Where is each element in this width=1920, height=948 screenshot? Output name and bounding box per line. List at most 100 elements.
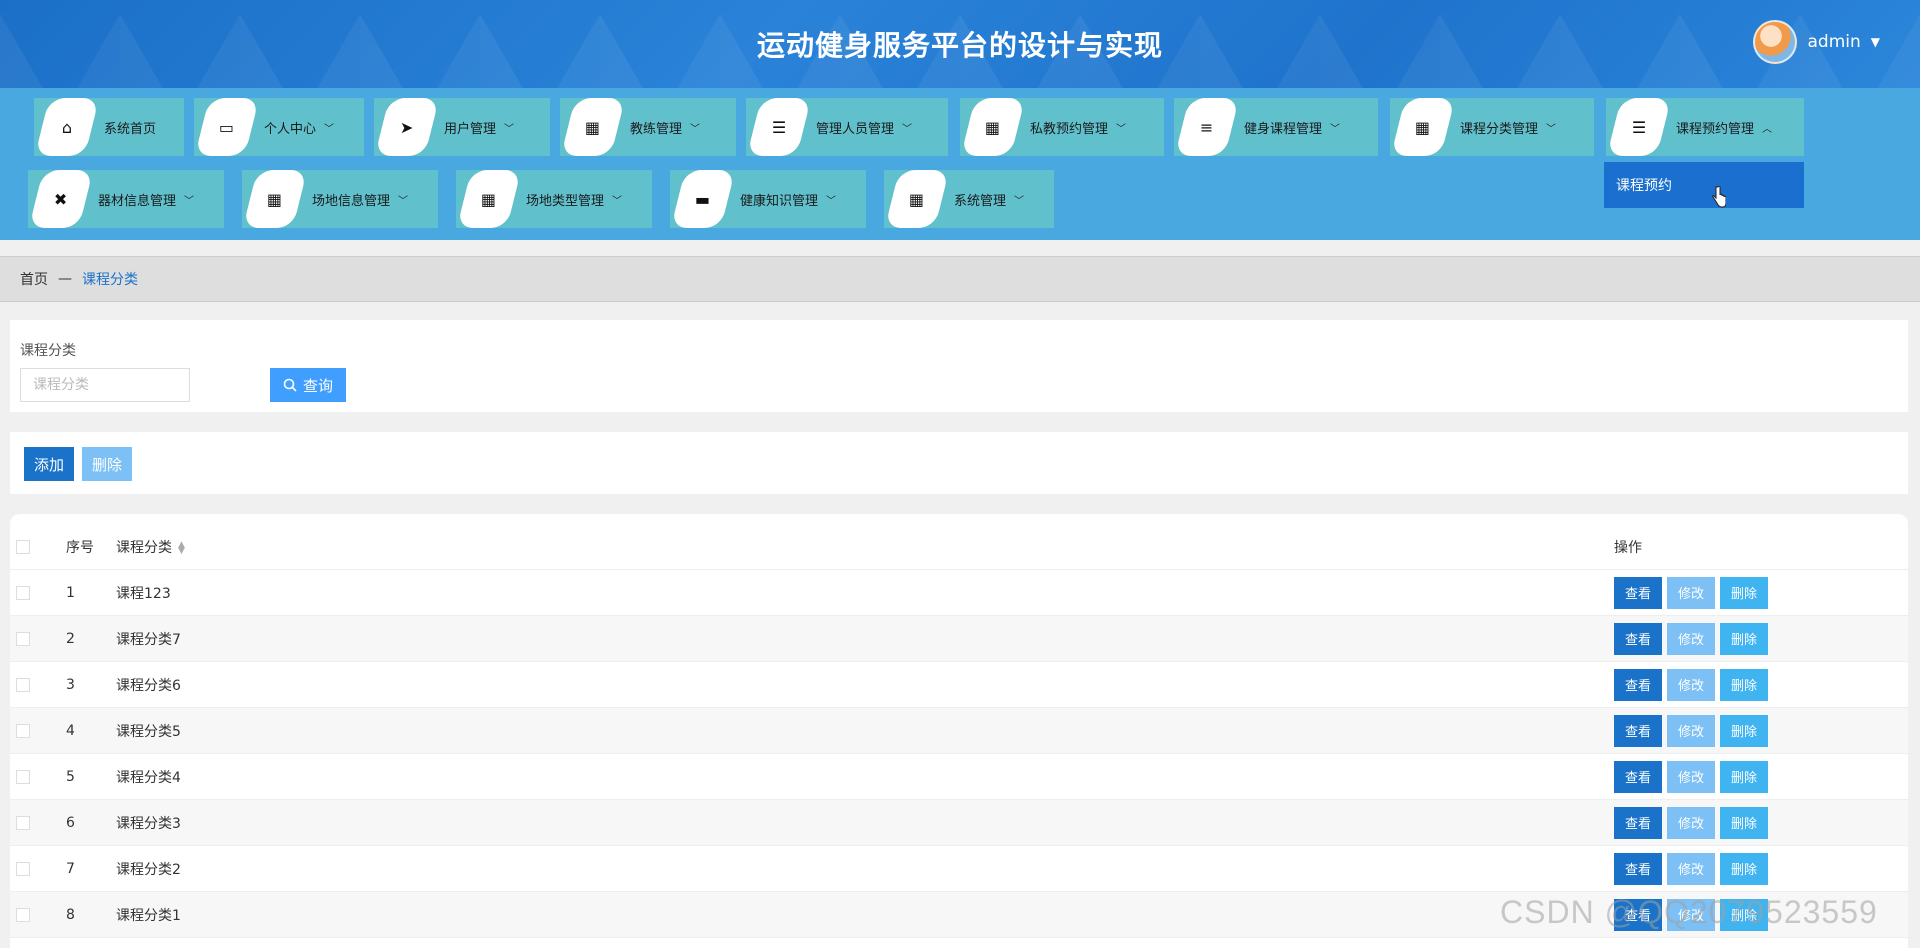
avatar[interactable] <box>1753 20 1798 64</box>
row-index: 3 <box>66 676 75 693</box>
sort-icon[interactable]: ▲ ▼ <box>178 540 185 555</box>
search-button-label: 查询 <box>302 376 333 395</box>
breadcrumb-home[interactable]: 首页 <box>20 269 48 289</box>
row-checkbox[interactable] <box>16 677 30 692</box>
header-category-label: 课程分类 <box>116 539 172 556</box>
nav-item-label: 课程分类管理 <box>1460 121 1539 137</box>
nav-item-home[interactable]: ⌂ 系统首页 <box>34 98 184 156</box>
chevron-down-icon: ﹀ <box>1014 195 1025 207</box>
batch-delete-button[interactable]: 删除 <box>82 447 132 481</box>
row-checkbox[interactable] <box>16 631 30 646</box>
table-row: 2 课程分类7 查看 修改 删除 <box>10 616 1908 662</box>
user-menu[interactable]: admin ▼ <box>1753 20 1880 64</box>
delete-button[interactable]: 删除 <box>1720 714 1768 747</box>
view-button[interactable]: 查看 <box>1614 714 1662 747</box>
search-button[interactable]: 查询 <box>270 368 346 402</box>
nav-item-equipment[interactable]: ✖ 器材信息管理 ﹀ <box>28 170 224 228</box>
grid-icon: ▦ <box>1390 98 1456 156</box>
nav-item-venue-type[interactable]: ▦ 场地类型管理 ﹀ <box>456 170 652 228</box>
user-name[interactable]: admin <box>1807 32 1860 52</box>
row-index: 7 <box>66 860 75 877</box>
category-search-input[interactable] <box>20 368 190 402</box>
row-checkbox[interactable] <box>16 907 30 922</box>
grid-icon: ▦ <box>560 98 626 156</box>
delete-button[interactable]: 删除 <box>1720 668 1768 701</box>
view-button[interactable]: 查看 <box>1614 576 1662 609</box>
nav-item-course-category[interactable]: ▦ 课程分类管理 ﹀ <box>1390 98 1594 156</box>
search-panel: 课程分类 查询 <box>10 320 1908 412</box>
delete-button[interactable]: 删除 <box>1720 576 1768 609</box>
home-icon: ⌂ <box>34 98 100 156</box>
row-category: 课程分类5 <box>116 723 181 740</box>
nav-item-label: 用户管理 <box>444 121 497 137</box>
nav-item-venue-info[interactable]: ▦ 场地信息管理 ﹀ <box>242 170 438 228</box>
row-checkbox[interactable] <box>16 861 30 876</box>
row-category: 课程分类1 <box>116 907 181 924</box>
chevron-down-icon: ﹀ <box>902 123 913 135</box>
nav-item-fitness-course[interactable]: ≡ 健身课程管理 ﹀ <box>1174 98 1378 156</box>
delete-button[interactable]: 删除 <box>1720 806 1768 839</box>
header-category[interactable]: 课程分类 ▲ ▼ <box>116 537 185 557</box>
nav-item-label: 系统管理 <box>954 193 1007 209</box>
breadcrumb-separator: — <box>58 271 72 287</box>
edit-button[interactable]: 修改 <box>1667 576 1715 609</box>
action-panel: 添加 删除 <box>10 432 1908 494</box>
table-row: 5 课程分类4 查看 修改 删除 <box>10 754 1908 800</box>
nav-item-personal-center[interactable]: ▭ 个人中心 ﹀ <box>194 98 364 156</box>
nav-item-label: 健康知识管理 <box>740 193 819 209</box>
nav-item-private-coach-booking[interactable]: ▦ 私教预约管理 ﹀ <box>960 98 1164 156</box>
grid-icon: ▦ <box>242 170 308 228</box>
breadcrumb: 首页 — 课程分类 <box>0 256 1920 302</box>
nav-item-course-booking[interactable]: ☰ 课程预约管理 ︿ <box>1606 98 1804 156</box>
table-row: 4 课程分类5 查看 修改 删除 <box>10 708 1908 754</box>
grid-icon: ▦ <box>960 98 1026 156</box>
delete-button[interactable]: 删除 <box>1720 760 1768 793</box>
list-icon: ≡ <box>1174 98 1240 156</box>
row-index: 2 <box>66 630 75 647</box>
top-header: 运动健身服务平台的设计与实现 admin ▼ <box>0 0 1920 88</box>
add-button[interactable]: 添加 <box>24 447 74 481</box>
view-button[interactable]: 查看 <box>1614 852 1662 885</box>
edit-button[interactable]: 修改 <box>1667 668 1715 701</box>
search-label: 课程分类 <box>20 343 76 359</box>
row-checkbox[interactable] <box>16 723 30 738</box>
row-checkbox[interactable] <box>16 585 30 600</box>
nav-item-system-management[interactable]: ▦ 系统管理 ﹀ <box>884 170 1054 228</box>
nav-item-staff-management[interactable]: ☰ 管理人员管理 ﹀ <box>746 98 948 156</box>
view-button[interactable]: 查看 <box>1614 806 1662 839</box>
delete-button[interactable]: 删除 <box>1720 852 1768 885</box>
data-table: 序号 课程分类 ▲ ▼ 操作 1 课程123 查看 修改 删除 2 课程分类7 查看 修改… <box>10 514 1908 948</box>
nav-item-label: 健身课程管理 <box>1244 121 1323 137</box>
row-checkbox[interactable] <box>16 815 30 830</box>
edit-button[interactable]: 修改 <box>1667 760 1715 793</box>
select-all-checkbox[interactable] <box>16 539 30 554</box>
wallet-icon: ▭ <box>194 98 260 156</box>
chevron-down-icon: ﹀ <box>1116 123 1127 135</box>
chevron-down-icon: ﹀ <box>1546 123 1557 135</box>
edit-button[interactable]: 修改 <box>1667 714 1715 747</box>
row-index: 1 <box>66 584 75 601</box>
view-button[interactable]: 查看 <box>1614 760 1662 793</box>
table-row: 1 课程123 查看 修改 删除 <box>10 570 1908 616</box>
caret-down-icon[interactable]: ▼ <box>1871 35 1880 49</box>
app-title: 运动健身服务平台的设计与实现 <box>756 29 1163 62</box>
nav-item-user-management[interactable]: ➤ 用户管理 ﹀ <box>374 98 550 156</box>
nav-item-label: 个人中心 <box>264 121 317 137</box>
nav-item-health-knowledge[interactable]: ▬ 健康知识管理 ﹀ <box>670 170 866 228</box>
hand-cursor-icon <box>1712 186 1726 208</box>
nav-item-coach-management[interactable]: ▦ 教练管理 ﹀ <box>560 98 736 156</box>
nav-item-label: 管理人员管理 <box>816 121 895 137</box>
table-header: 序号 课程分类 ▲ ▼ 操作 <box>10 524 1908 570</box>
row-category: 课程分类3 <box>116 815 181 832</box>
edit-button[interactable]: 修改 <box>1667 852 1715 885</box>
archive-icon: ▬ <box>670 170 736 228</box>
watermark: CSDN @QQ2079523559 <box>1500 894 1878 930</box>
edit-button[interactable]: 修改 <box>1667 806 1715 839</box>
view-button[interactable]: 查看 <box>1614 668 1662 701</box>
edit-button[interactable]: 修改 <box>1667 622 1715 655</box>
delete-button[interactable]: 删除 <box>1720 622 1768 655</box>
dropdown-item-course-booking[interactable]: 课程预约 <box>1604 162 1804 208</box>
nav-item-label: 系统首页 <box>104 121 157 137</box>
view-button[interactable]: 查看 <box>1614 622 1662 655</box>
row-checkbox[interactable] <box>16 769 30 784</box>
